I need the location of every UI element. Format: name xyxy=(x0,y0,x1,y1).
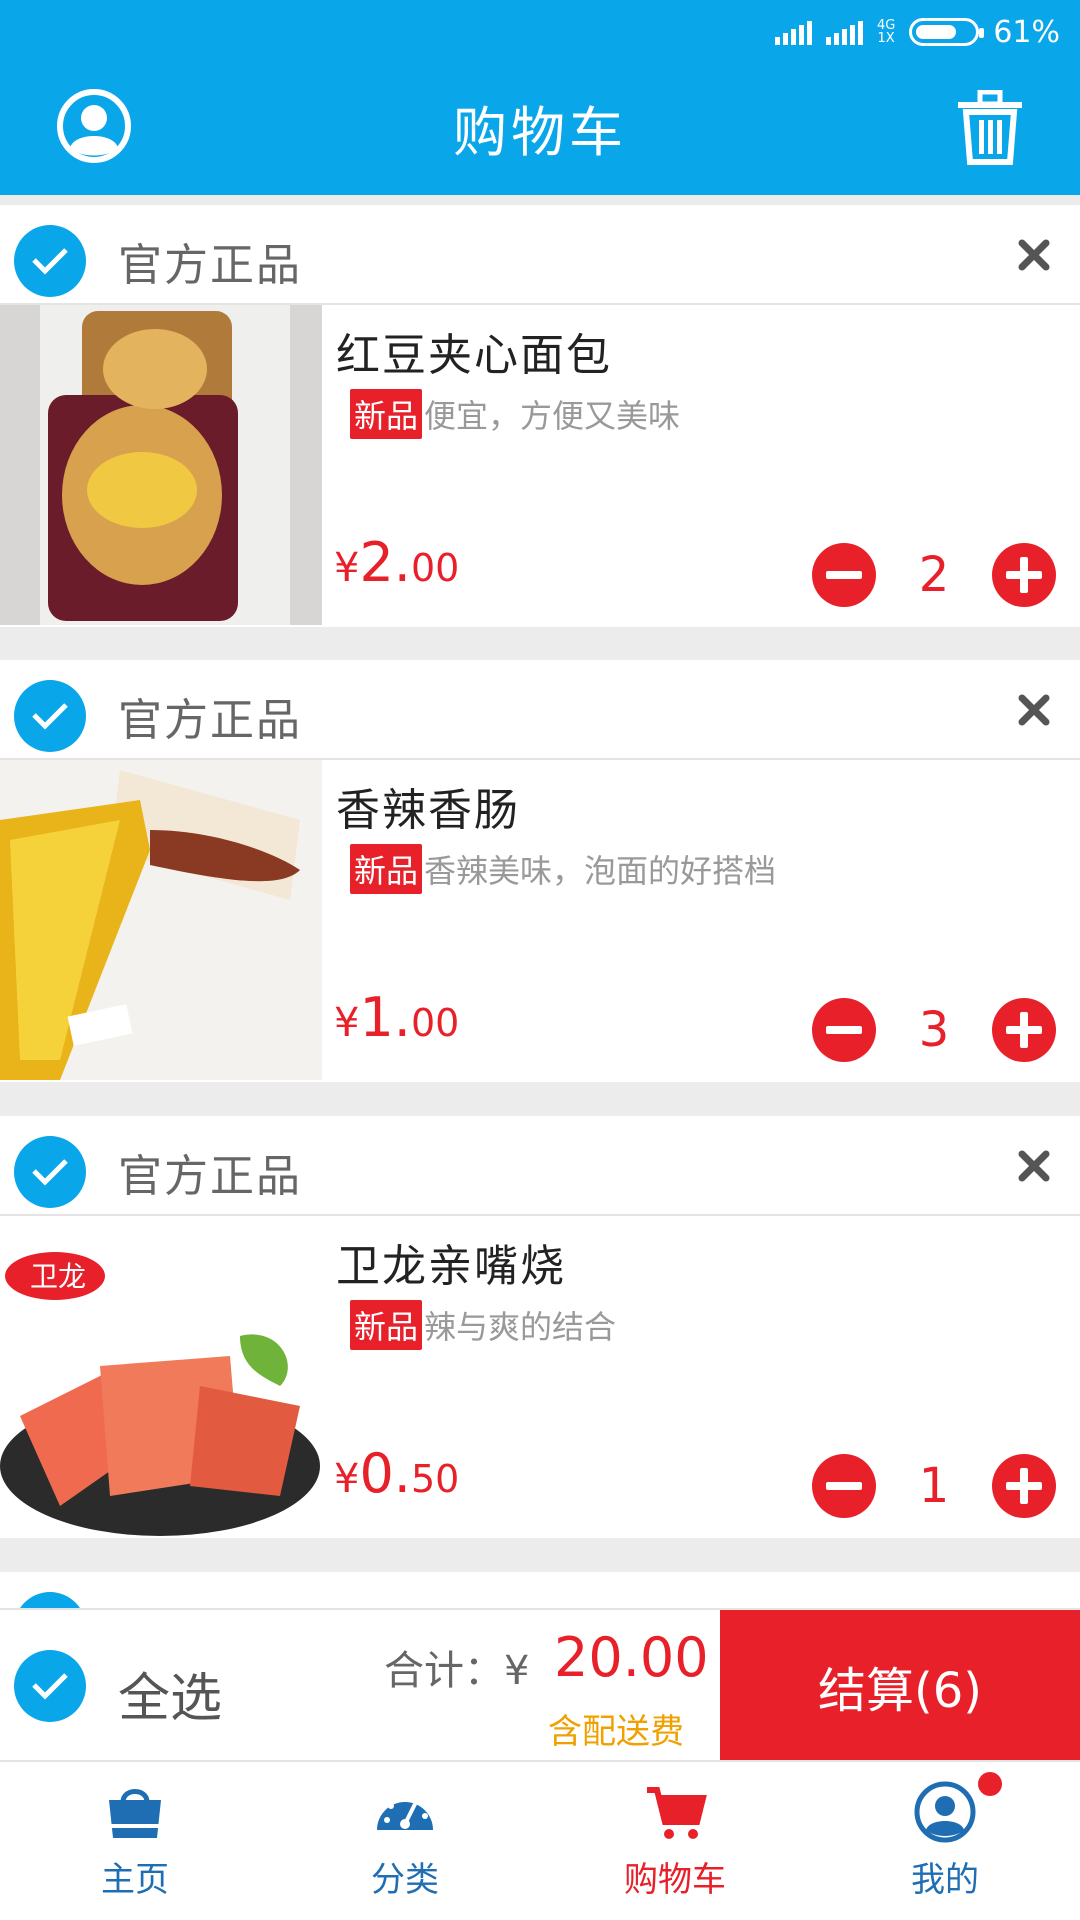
dashboard-icon xyxy=(377,1795,433,1830)
new-badge: 新品 xyxy=(350,389,423,439)
notification-dot xyxy=(978,1772,1002,1796)
cart-item: 官方正品 香辣香肠 新品 香辣美味，泡面的好搭档 ¥1.00 3 xyxy=(0,660,1080,1082)
close-icon[interactable] xyxy=(1014,1146,1054,1186)
item-checkbox[interactable] xyxy=(14,225,86,297)
product-image[interactable] xyxy=(0,305,322,625)
quantity-stepper: 1 xyxy=(812,1454,1056,1518)
close-icon[interactable] xyxy=(1014,690,1054,730)
tab-label: 主页 xyxy=(101,1860,169,1900)
product-image[interactable] xyxy=(0,760,322,1080)
price-dec: 00 xyxy=(410,546,460,590)
price-int: 0. xyxy=(359,1442,411,1505)
select-all-checkbox[interactable] xyxy=(14,1650,86,1722)
page-title: 购物车 xyxy=(453,101,627,164)
trash-icon[interactable] xyxy=(958,89,1022,166)
tab-label: 我的 xyxy=(911,1860,979,1900)
quantity-stepper: 2 xyxy=(812,543,1056,607)
minus-button[interactable] xyxy=(812,543,876,607)
signal-icon xyxy=(825,19,863,45)
minus-button[interactable] xyxy=(812,1454,876,1518)
item-checkbox[interactable] xyxy=(14,1136,86,1208)
product-price: ¥0.50 xyxy=(334,1442,459,1505)
tab-category[interactable]: 分类 xyxy=(270,1762,540,1920)
quantity-value: 2 xyxy=(918,547,950,603)
tab-mine[interactable]: 我的 xyxy=(810,1762,1080,1920)
cart-item: 官方正品 xyxy=(0,1572,1080,1608)
plus-button[interactable] xyxy=(992,1454,1056,1518)
quantity-stepper: 3 xyxy=(812,998,1056,1062)
close-icon[interactable] xyxy=(1014,235,1054,275)
price-currency: ¥ xyxy=(334,1000,360,1046)
product-row[interactable]: 卫龙 卫龙亲嘴烧 新品 辣与爽的结合 ¥0.50 1 xyxy=(0,1216,1080,1536)
product-name: 香辣香肠 xyxy=(336,785,520,836)
tab-label: 分类 xyxy=(371,1860,439,1900)
battery-percent: 61% xyxy=(993,14,1060,50)
checkout-bar: 全选 合计：¥ 20.00 含配送费 结算(6) xyxy=(0,1608,1080,1762)
bag-icon xyxy=(109,1789,161,1838)
price-int: 2. xyxy=(359,531,411,594)
item-checkbox[interactable] xyxy=(14,1592,86,1608)
select-all-label[interactable]: 全选 xyxy=(118,1656,222,1731)
total-value: 20.00 xyxy=(554,1626,709,1689)
network-indicator: 4G 1X xyxy=(877,19,895,45)
shop-row: 官方正品 xyxy=(0,205,1080,305)
cart-item: 官方正品 卫龙 卫龙亲嘴烧 新品 辣与爽的结合 ¥0.50 1 xyxy=(0,1116,1080,1538)
product-desc: 新品 香辣美味，泡面的好搭档 xyxy=(350,844,776,894)
app-header: 4G 1X 61% 购物车 xyxy=(0,0,1080,195)
tab-home[interactable]: 主页 xyxy=(0,1762,270,1920)
battery-icon xyxy=(909,18,985,46)
cart-icon xyxy=(647,1787,707,1839)
product-desc-text: 便宜，方便又美味 xyxy=(424,397,681,435)
status-bar: 4G 1X 61% xyxy=(774,12,1060,52)
shop-name: 官方正品 xyxy=(118,1596,302,1608)
product-row[interactable]: 红豆夹心面包 新品 便宜，方便又美味 ¥2.00 2 xyxy=(0,305,1080,625)
bottom-tab-bar: 主页 分类 购物车 我的 xyxy=(0,1760,1080,1920)
product-desc: 新品 便宜，方便又美味 xyxy=(350,389,680,439)
product-desc-text: 香辣美味，泡面的好搭档 xyxy=(424,852,777,890)
price-currency: ¥ xyxy=(334,1456,360,1502)
new-badge: 新品 xyxy=(350,844,423,894)
price-int: 1. xyxy=(359,986,411,1049)
product-row[interactable]: 香辣香肠 新品 香辣美味，泡面的好搭档 ¥1.00 3 xyxy=(0,760,1080,1080)
price-dec: 50 xyxy=(410,1457,460,1501)
tab-label: 购物车 xyxy=(624,1860,726,1900)
checkout-button[interactable]: 结算(6) xyxy=(720,1610,1080,1762)
total-label: 合计：¥ xyxy=(384,1648,530,1694)
signal-icon xyxy=(774,19,812,45)
price-currency: ¥ xyxy=(334,545,360,591)
tab-cart[interactable]: 购物车 xyxy=(540,1762,810,1920)
quantity-value: 3 xyxy=(918,1002,950,1058)
minus-button[interactable] xyxy=(812,998,876,1062)
shop-row: 官方正品 xyxy=(0,1116,1080,1216)
shop-row: 官方正品 xyxy=(0,660,1080,760)
product-desc: 新品 辣与爽的结合 xyxy=(350,1300,616,1350)
shop-row: 官方正品 xyxy=(0,1572,1080,1608)
product-image[interactable]: 卫龙 xyxy=(0,1216,322,1536)
network-sub: 1X xyxy=(877,31,895,46)
product-price: ¥2.00 xyxy=(334,531,459,594)
new-badge: 新品 xyxy=(350,1300,423,1350)
shop-name: 官方正品 xyxy=(118,695,302,746)
price-dec: 00 xyxy=(410,1001,460,1045)
cart-item: 官方正品 红豆夹心面包 新品 便宜，方便又美味 ¥2.00 2 xyxy=(0,205,1080,627)
shop-name: 官方正品 xyxy=(118,1151,302,1202)
product-name: 红豆夹心面包 xyxy=(336,330,612,381)
delivery-note: 含配送费 xyxy=(548,1712,684,1752)
plus-button[interactable] xyxy=(992,543,1056,607)
product-desc-text: 辣与爽的结合 xyxy=(424,1308,617,1346)
item-checkbox[interactable] xyxy=(14,680,86,752)
user-icon xyxy=(914,1781,976,1843)
quantity-value: 1 xyxy=(918,1458,950,1514)
shop-name: 官方正品 xyxy=(118,240,302,291)
product-name: 卫龙亲嘴烧 xyxy=(336,1241,566,1292)
logo-text: 卫龙 xyxy=(30,1260,86,1293)
plus-button[interactable] xyxy=(992,998,1056,1062)
product-price: ¥1.00 xyxy=(334,986,459,1049)
